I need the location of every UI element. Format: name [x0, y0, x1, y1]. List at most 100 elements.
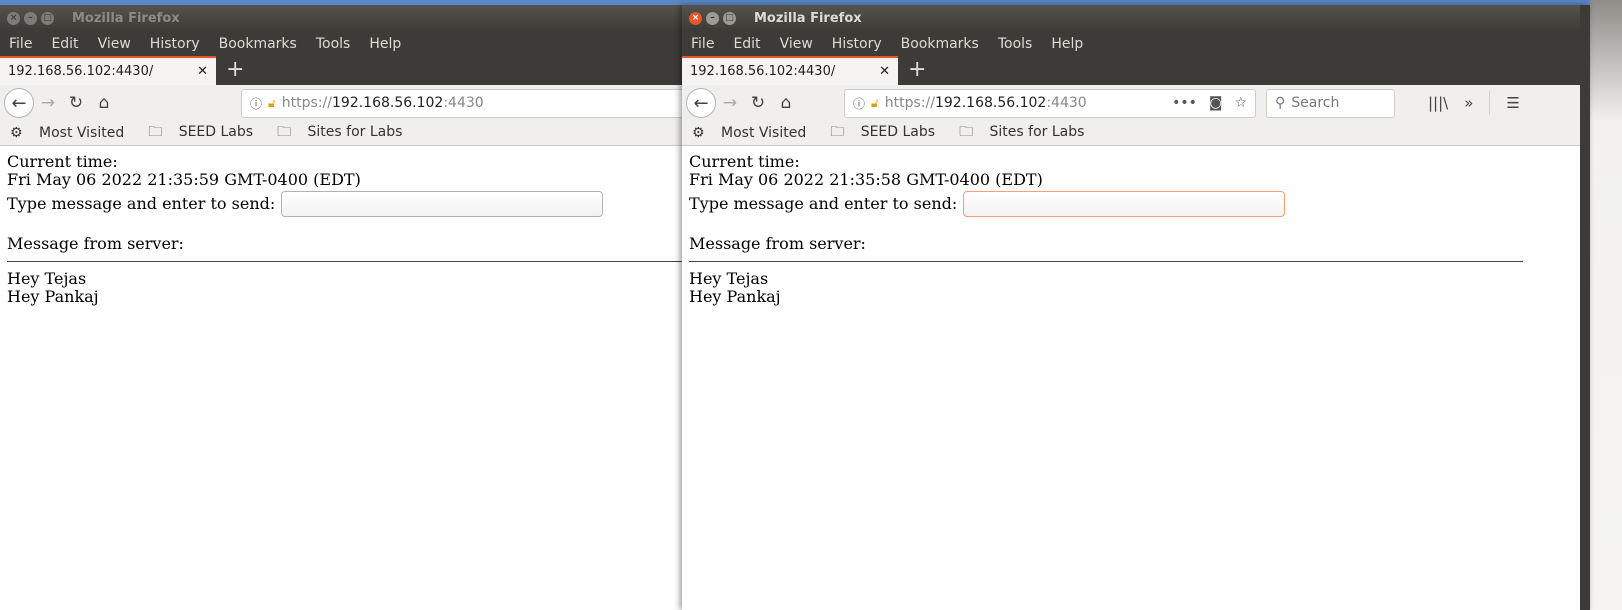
hamburger-menu-icon[interactable]: ☰: [1506, 94, 1519, 112]
toolbar-divider: [1489, 91, 1491, 115]
tab-title: 192.168.56.102:4430/: [690, 64, 836, 79]
insecure-lock-icon[interactable]: 🔓︎: [268, 96, 276, 111]
forward-button[interactable]: →: [34, 93, 62, 113]
current-time-label: Current time:: [7, 152, 118, 171]
gear-icon: ⚙: [692, 125, 705, 141]
maximize-window-button[interactable]: □: [41, 11, 54, 25]
home-button[interactable]: ⌂: [90, 93, 118, 113]
menu-bookmarks[interactable]: Bookmarks: [901, 36, 979, 52]
folder-icon: 🗀︎: [959, 124, 974, 140]
new-tab-button[interactable]: +: [898, 56, 936, 85]
url-bar[interactable]: ⓘ 🔓︎ https://192.168.56.102:4430: [241, 88, 700, 118]
folder-icon: 🗀︎: [830, 124, 845, 140]
page-content: Current time: Fri May 06 2022 21:35:58 G…: [682, 146, 1580, 313]
close-tab-icon[interactable]: ✕: [197, 64, 208, 79]
menu-bar: File Edit View History Bookmarks Tools H…: [0, 31, 700, 56]
menu-bookmarks[interactable]: Bookmarks: [219, 36, 297, 52]
info-icon[interactable]: ⓘ: [853, 95, 865, 112]
search-placeholder: Search: [1291, 95, 1340, 111]
back-button[interactable]: ←: [686, 88, 716, 118]
reload-button[interactable]: ↻: [62, 93, 90, 113]
bookmark-seed-labs[interactable]: 🗀︎ SEED Labs: [148, 121, 265, 145]
maximize-window-button[interactable]: □: [723, 11, 736, 25]
home-button[interactable]: ⌂: [772, 93, 800, 113]
navigation-toolbar: ← → ↻ ⌂ ⓘ 🔓︎ https://192.168.56.102:4430…: [682, 85, 1580, 121]
message-prompt: Type message and enter to send:: [689, 194, 958, 213]
bookmark-most-visited[interactable]: ⚙ Most Visited: [10, 125, 136, 141]
close-tab-icon[interactable]: ✕: [879, 64, 890, 79]
bookmark-label: SEED Labs: [178, 124, 254, 140]
pocket-icon[interactable]: ◙: [1209, 95, 1223, 111]
info-icon[interactable]: ⓘ: [250, 95, 262, 112]
bookmark-label: Most Visited: [39, 125, 125, 141]
url-host: 192.168.56.102: [331, 95, 444, 111]
minimize-window-button[interactable]: –: [706, 11, 719, 25]
menu-tools[interactable]: Tools: [998, 36, 1033, 52]
menu-tools[interactable]: Tools: [316, 36, 351, 52]
bookmark-most-visited[interactable]: ⚙ Most Visited: [692, 125, 818, 141]
bookmark-star-icon[interactable]: ☆: [1234, 95, 1247, 111]
bookmark-sites-for-labs[interactable]: 🗀︎ Sites for Labs: [277, 121, 414, 145]
tab-title: 192.168.56.102:4430/: [8, 64, 154, 79]
divider: [689, 261, 1523, 262]
search-icon: ⚲: [1275, 95, 1286, 111]
message-input[interactable]: [281, 191, 604, 217]
bookmark-seed-labs[interactable]: 🗀︎ SEED Labs: [830, 121, 947, 145]
close-window-button[interactable]: ×: [7, 11, 20, 25]
page-actions-icon[interactable]: •••: [1172, 95, 1197, 111]
url-scheme: https://: [281, 95, 332, 111]
menu-view[interactable]: View: [98, 36, 131, 52]
minimize-window-button[interactable]: –: [24, 11, 37, 25]
window-title: Mozilla Firefox: [72, 10, 180, 26]
tab-active[interactable]: 192.168.56.102:4430/ ✕: [0, 56, 216, 85]
library-icon[interactable]: |||\: [1428, 94, 1448, 112]
url-port: :4430: [1046, 95, 1087, 111]
search-box[interactable]: ⚲ Search: [1266, 88, 1395, 118]
menu-file[interactable]: File: [9, 36, 32, 52]
folder-icon: 🗀︎: [148, 124, 163, 140]
navigation-toolbar: ← → ↻ ⌂ ⓘ 🔓︎ https://192.168.56.102:4430: [0, 85, 700, 121]
bookmark-sites-for-labs[interactable]: 🗀︎ Sites for Labs: [959, 121, 1096, 145]
menu-bar: File Edit View History Bookmarks Tools H…: [682, 31, 1580, 56]
menu-help[interactable]: Help: [1051, 36, 1083, 52]
tab-strip: 192.168.56.102:4430/ ✕ +: [682, 56, 1580, 85]
forward-button[interactable]: →: [716, 93, 744, 113]
server-message: Hey Tejas: [7, 269, 87, 288]
url-scheme: https://: [884, 95, 935, 111]
tab-strip: 192.168.56.102:4430/ ✕ +: [0, 56, 700, 85]
bookmark-label: Sites for Labs: [989, 124, 1085, 140]
url-host: 192.168.56.102: [934, 95, 1047, 111]
message-prompt: Type message and enter to send:: [7, 194, 276, 213]
title-bar[interactable]: × – □ Mozilla Firefox: [682, 5, 1580, 31]
menu-help[interactable]: Help: [369, 36, 401, 52]
bookmark-label: SEED Labs: [860, 124, 936, 140]
bookmarks-toolbar: ⚙ Most Visited 🗀︎ SEED Labs 🗀︎ Sites for…: [682, 121, 1580, 146]
tab-active[interactable]: 192.168.56.102:4430/ ✕: [682, 56, 898, 85]
message-input[interactable]: [963, 191, 1286, 217]
title-bar[interactable]: × – □ Mozilla Firefox: [0, 5, 700, 31]
url-bar[interactable]: ⓘ 🔓︎ https://192.168.56.102:4430 ••• ◙ ☆: [844, 88, 1256, 118]
gear-icon: ⚙: [10, 125, 23, 141]
insecure-lock-icon[interactable]: 🔓︎: [871, 96, 879, 111]
window-title: Mozilla Firefox: [754, 10, 862, 26]
server-message: Hey Tejas: [689, 269, 769, 288]
back-button[interactable]: ←: [4, 88, 34, 118]
server-message-label: Message from server:: [7, 234, 184, 253]
current-time-value: Fri May 06 2022 21:35:58 GMT-0400 (EDT): [689, 170, 1043, 189]
bookmark-label: Most Visited: [721, 125, 807, 141]
menu-view[interactable]: View: [780, 36, 813, 52]
url-port: :4430: [443, 95, 484, 111]
close-window-button[interactable]: ×: [689, 11, 702, 25]
overflow-chevron-icon[interactable]: »: [1464, 94, 1473, 112]
menu-edit[interactable]: Edit: [51, 36, 78, 52]
menu-history[interactable]: History: [832, 36, 882, 52]
toolbar-tools: |||\ » ☰: [1428, 91, 1520, 115]
new-tab-button[interactable]: +: [216, 56, 254, 85]
menu-file[interactable]: File: [691, 36, 714, 52]
menu-edit[interactable]: Edit: [733, 36, 760, 52]
current-time-label: Current time:: [689, 152, 800, 171]
menu-history[interactable]: History: [150, 36, 200, 52]
reload-button[interactable]: ↻: [744, 93, 772, 113]
server-message-label: Message from server:: [689, 234, 866, 253]
desktop-background-right: [1590, 0, 1622, 610]
